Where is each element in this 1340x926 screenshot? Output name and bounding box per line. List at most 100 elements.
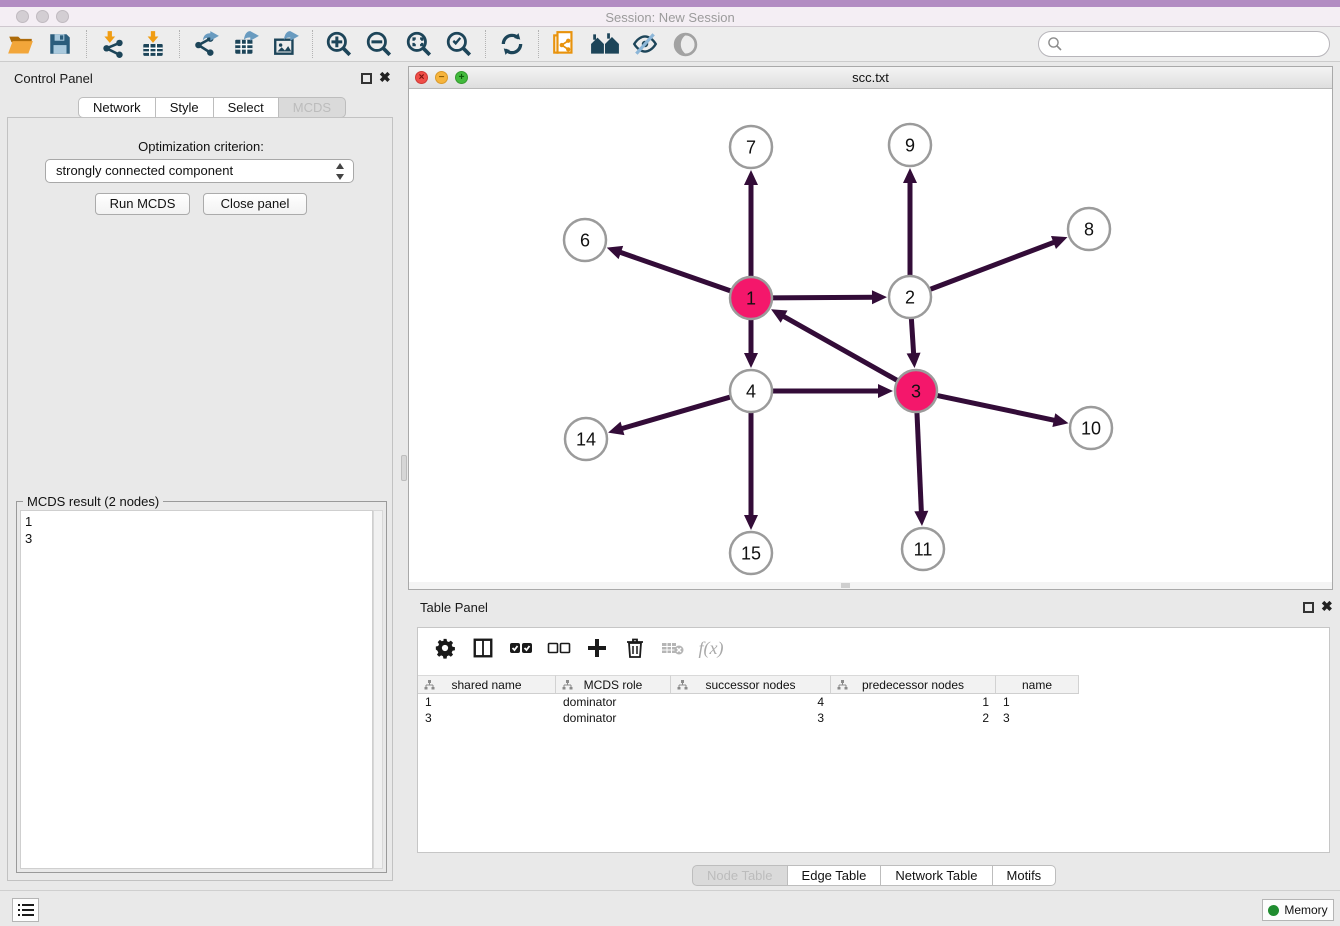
search-input[interactable]: [1067, 37, 1329, 52]
network-view-window: × − + scc.txt 7968124314101511: [408, 66, 1333, 590]
float-panel-icon[interactable]: [361, 73, 372, 84]
mcds-result-text[interactable]: 1 3: [20, 510, 373, 869]
search-box[interactable]: [1038, 31, 1330, 57]
tab-mcds[interactable]: MCDS: [279, 97, 346, 118]
list-icon: [18, 903, 34, 917]
toolbar-separator: [86, 30, 87, 58]
graph-node-label: 3: [911, 381, 921, 401]
result-line: 1: [25, 513, 368, 530]
open-session-icon[interactable]: [3, 29, 37, 59]
edge-arrowhead: [607, 246, 623, 259]
delete-column-trash-icon[interactable]: [620, 634, 650, 662]
column-type-icon: [677, 679, 688, 690]
column-header-shared-name[interactable]: shared name: [418, 675, 556, 694]
column-header-predecessor-nodes[interactable]: predecessor nodes: [831, 675, 996, 694]
column-header-mcds-role[interactable]: MCDS role: [556, 675, 671, 694]
function-builder-icon[interactable]: f(x): [696, 634, 726, 662]
memory-button[interactable]: Memory: [1262, 899, 1334, 921]
mcds-result-title: MCDS result (2 nodes): [23, 494, 163, 509]
search-icon: [1047, 36, 1063, 52]
import-table-icon[interactable]: [136, 29, 170, 59]
tab-network-table[interactable]: Network Table: [881, 865, 992, 886]
control-panel-tabs: Network Style Select MCDS: [78, 97, 346, 118]
table-row[interactable]: 3 dominator 3 2 3: [418, 710, 1329, 726]
application-window: Session: New Session: [0, 0, 1340, 926]
graph-node-label: 8: [1084, 219, 1094, 239]
control-panel-title: Control Panel: [14, 71, 93, 86]
hide-graphics-icon[interactable]: [628, 29, 662, 59]
edge-3-10[interactable]: [935, 395, 1057, 421]
close-panel-button[interactable]: Close panel: [203, 193, 307, 215]
table-row[interactable]: 1 dominator 4 1 1: [418, 694, 1329, 710]
delete-table-icon[interactable]: [658, 634, 688, 662]
close-panel-icon[interactable]: ✖: [1321, 598, 1333, 615]
scrollbar-handle[interactable]: [841, 583, 850, 588]
task-history-button[interactable]: [12, 898, 39, 922]
column-type-icon: [837, 679, 848, 690]
memory-status-icon: [1268, 905, 1279, 916]
graph-node-label: 15: [741, 543, 761, 563]
export-network-icon[interactable]: [189, 29, 223, 59]
table-toolbar: f(x): [418, 628, 1329, 668]
clone-network-icon[interactable]: [548, 29, 582, 59]
network-graph[interactable]: 7968124314101511: [409, 89, 1332, 584]
graph-node-label: 6: [580, 230, 590, 250]
export-image-icon[interactable]: [269, 29, 303, 59]
node-table: f(x) shared name MCDS role successor nod…: [417, 627, 1330, 853]
zoom-fit-icon[interactable]: [402, 29, 436, 59]
column-header-successor-nodes[interactable]: successor nodes: [671, 675, 831, 694]
show-columns-icon[interactable]: [468, 634, 498, 662]
table-panel-title: Table Panel: [420, 600, 488, 615]
tab-node-table[interactable]: Node Table: [692, 865, 788, 886]
export-table-icon[interactable]: [229, 29, 263, 59]
zoom-selected-icon[interactable]: [442, 29, 476, 59]
splitter-handle[interactable]: [401, 455, 407, 481]
edge-4-14[interactable]: [620, 396, 733, 429]
graph-node-label: 1: [746, 288, 756, 308]
apply-layout-icon[interactable]: [495, 29, 529, 59]
network-overview-icon[interactable]: [588, 29, 622, 59]
tab-motifs[interactable]: Motifs: [993, 865, 1057, 886]
tab-edge-table[interactable]: Edge Table: [788, 865, 882, 886]
network-hscrollbar[interactable]: [409, 582, 1332, 589]
criterion-dropdown-value: strongly connected component: [56, 163, 233, 178]
edge-2-8[interactable]: [928, 241, 1057, 290]
float-panel-icon[interactable]: [1303, 602, 1314, 613]
toolbar-separator: [538, 30, 539, 58]
result-scrollbar[interactable]: [373, 510, 383, 869]
main-toolbar: [0, 27, 1340, 62]
memory-label: Memory: [1284, 903, 1327, 917]
graph-node-label: 9: [905, 135, 915, 155]
edge-2-3[interactable]: [911, 316, 914, 356]
edge-1-2[interactable]: [770, 297, 875, 298]
criterion-dropdown[interactable]: strongly connected component: [45, 159, 354, 183]
mcds-panel: Optimization criterion: strongly connect…: [7, 117, 393, 881]
column-type-icon: [424, 679, 435, 690]
close-panel-icon[interactable]: ✖: [379, 69, 391, 86]
run-mcds-button[interactable]: Run MCDS: [95, 193, 190, 215]
column-header-name[interactable]: name: [996, 675, 1079, 694]
control-panel-header: Control Panel ✖: [0, 66, 400, 92]
graph-node-label: 11: [914, 539, 933, 559]
tab-network[interactable]: Network: [78, 97, 156, 118]
edge-3-1[interactable]: [781, 315, 899, 381]
edge-3-11[interactable]: [917, 410, 922, 514]
table-settings-gear-icon[interactable]: [430, 634, 460, 662]
network-window-titlebar[interactable]: × − + scc.txt: [409, 67, 1332, 89]
edge-1-6[interactable]: [618, 252, 733, 292]
import-network-icon[interactable]: [96, 29, 130, 59]
graph-node-label: 4: [746, 381, 756, 401]
select-all-icon[interactable]: [506, 634, 536, 662]
table-panel-header: Table Panel ✖: [408, 595, 1333, 621]
save-session-icon[interactable]: [43, 29, 77, 59]
tab-style[interactable]: Style: [156, 97, 214, 118]
deselect-all-icon[interactable]: [544, 634, 574, 662]
dropdown-stepper-icon: [335, 163, 345, 180]
zoom-out-icon[interactable]: [362, 29, 396, 59]
create-column-plus-icon[interactable]: [582, 634, 612, 662]
birds-eye-view-icon[interactable]: [668, 29, 702, 59]
tab-select[interactable]: Select: [214, 97, 279, 118]
zoom-in-icon[interactable]: [322, 29, 356, 59]
table-body: 1 dominator 4 1 1 3 dominator 3 2 3: [418, 694, 1329, 726]
titlebar: Session: New Session: [0, 7, 1340, 27]
